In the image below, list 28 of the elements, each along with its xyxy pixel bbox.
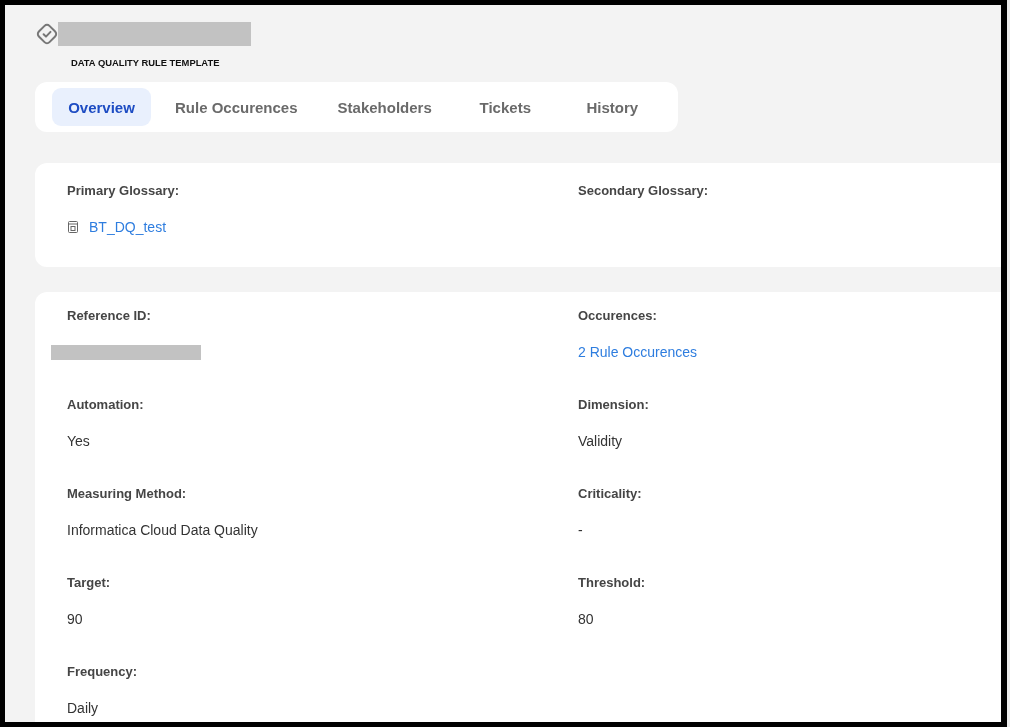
field-value: Informatica Cloud Data Quality [67,522,258,538]
field-label: Target: [67,575,111,591]
document-icon [68,221,78,233]
field-label: Reference ID: [67,308,151,324]
page-subtitle: DATA QUALITY RULE TEMPLATE [71,57,220,69]
field-value: Yes [67,433,90,449]
field-label: Dimension: [578,397,649,413]
field-value: - [578,522,583,538]
field-label: Measuring Method: [67,486,187,502]
field-value: Daily [67,700,99,716]
field-label: Automation: [67,397,144,413]
field-label: Primary Glossary: [67,183,179,199]
tab[interactable]: Overview [52,88,151,126]
field-label: Frequency: [67,664,138,680]
field-label: Secondary Glossary: [578,183,709,199]
glossary-link[interactable]: BT_DQ_test [89,219,167,235]
field-label: Criticality: [578,486,642,502]
tab[interactable]: Tickets [455,88,555,126]
field-value: Validity [578,433,623,449]
diamond-check-icon [35,22,59,46]
tab[interactable]: Rule Occurences [159,88,314,126]
field-label: Threshold: [578,575,646,591]
occurrences-link[interactable]: 2 Rule Occurences [578,344,698,360]
tab[interactable]: Stakeholders [321,88,448,126]
tab[interactable]: History [562,88,662,126]
field-label: Occurences: [578,308,657,324]
field-value: 90 [67,611,83,627]
field-value: 80 [578,611,594,627]
